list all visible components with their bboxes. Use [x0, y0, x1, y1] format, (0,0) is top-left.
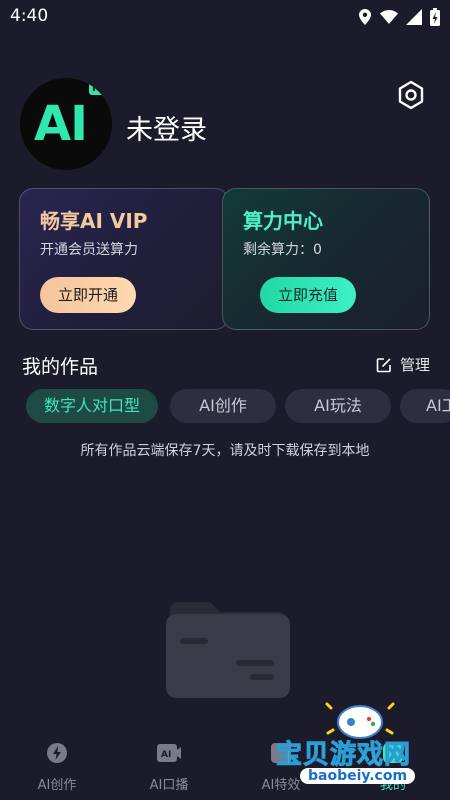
vip-card-subtitle: 开通会员送算力 [40, 242, 138, 258]
status-icons [358, 8, 440, 26]
location-icon [359, 9, 371, 25]
wifi-icon [380, 10, 398, 24]
ai-video-icon: AI [157, 744, 181, 762]
watermark-logo: 宝贝游戏网 baobeiy.com [270, 700, 450, 800]
lightning-icon [47, 743, 67, 763]
signal-icon [406, 9, 422, 25]
manage-label: 管理 [399, 356, 430, 374]
nav-ai-creation-label: AI创作 [37, 778, 77, 793]
nav-ai-voiceover[interactable]: AI AI口播 [129, 742, 209, 793]
tab-ai-creation[interactable]: AI创作 [170, 389, 276, 423]
watermark-text: 宝贝游戏网 [275, 740, 412, 771]
manage-button[interactable]: 管理 [376, 354, 430, 375]
nav-ai-voiceover-label: AI口播 [149, 778, 189, 793]
compute-card-title: 算力中心 [243, 209, 323, 233]
avatar[interactable]: AI PI [20, 78, 112, 170]
works-section-title: 我的作品 [22, 356, 99, 378]
battery-icon [430, 8, 440, 26]
recharge-button[interactable]: 立即充值 [260, 277, 357, 313]
tab-digital-human[interactable]: 数字人对口型 [26, 389, 158, 423]
login-status-label[interactable]: 未登录 [126, 108, 207, 147]
avatar-badge: PI [88, 82, 106, 95]
status-time: 4:40 [10, 6, 49, 26]
tab-ai-play[interactable]: AI玩法 [285, 389, 391, 423]
nav-ai-creation[interactable]: AI创作 [17, 742, 97, 793]
open-vip-button[interactable]: 立即开通 [40, 277, 137, 313]
edit-icon [376, 357, 391, 372]
avatar-logo-text: AI [34, 96, 88, 152]
compute-center-card[interactable]: 算力中心 剩余算力：0 立即充值 [222, 188, 430, 330]
remaining-compute-label: 剩余算力：0 [243, 242, 322, 258]
empty-folder-icon [166, 602, 290, 698]
vip-card-title: 畅享AI VIP [40, 209, 148, 233]
tab-ai-tools[interactable]: AI工 [400, 389, 450, 423]
works-category-tabs: 数字人对口型 AI创作 AI玩法 AI工 [0, 389, 450, 425]
status-bar: 4:40 [0, 0, 450, 34]
vip-card[interactable]: 畅享AI VIP 开通会员送算力 立即开通 [19, 188, 229, 330]
settings-icon[interactable] [396, 80, 426, 110]
watermark-url: baobeiy.com [300, 768, 416, 784]
svg-text:AI: AI [161, 750, 171, 760]
cloud-storage-notice: 所有作品云端保存7天，请及时下载保存到本地 [80, 443, 370, 459]
